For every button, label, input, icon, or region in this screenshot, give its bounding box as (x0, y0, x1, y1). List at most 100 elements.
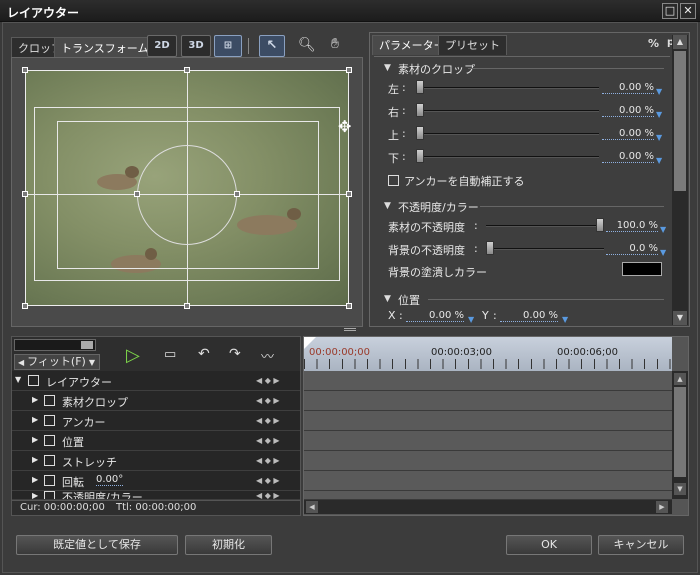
expand-right-icon[interactable]: ▶ (32, 475, 38, 484)
circle-handle-l[interactable] (134, 191, 140, 197)
play-icon[interactable]: ▷ (126, 345, 140, 366)
cancel-button[interactable]: キャンセル (598, 535, 684, 555)
timeline-h-scrollbar[interactable]: ◀ ▶ (304, 500, 672, 514)
crop-top-dropdown-icon[interactable]: ▼ (656, 133, 662, 142)
resize-handle-b[interactable] (184, 303, 190, 309)
y-dropdown-icon[interactable]: ▼ (562, 315, 568, 324)
bg-opacity-value[interactable]: 0.0 % (606, 243, 658, 255)
fit-dropdown[interactable]: ◀ フィット(F) ▼ (14, 354, 100, 370)
x-dropdown-icon[interactable]: ▼ (468, 315, 474, 324)
scroll-thumb[interactable] (674, 387, 686, 477)
timeline-v-scrollbar[interactable]: ▲ ▼ (672, 371, 688, 499)
grid-button[interactable]: ⊞ (214, 35, 242, 57)
track-row-crop[interactable]: ▶ 素材クロップ ◀ ◆ ▶ (12, 391, 300, 411)
maximize-button[interactable]: □ (662, 3, 678, 19)
comment-icon[interactable]: ▭ (164, 347, 176, 362)
track-checkbox[interactable] (44, 435, 55, 446)
bg-opacity-slider[interactable] (486, 248, 604, 250)
expand-right-icon[interactable]: ▶ (32, 455, 38, 464)
keyframe-nav-icon[interactable]: ◀ ◆ ▶ (256, 456, 280, 465)
fill-color-swatch[interactable] (622, 262, 662, 276)
track-row-opacity[interactable]: ▶ 不透明度/カラー ◀ ◆ ▶ (12, 491, 300, 500)
resize-handle-bl[interactable] (22, 303, 28, 309)
track-checkbox[interactable] (28, 375, 39, 386)
resize-handle-r[interactable] (346, 191, 352, 197)
redo-icon[interactable]: ↷ (229, 346, 241, 362)
track-lane[interactable] (304, 371, 672, 391)
y-value[interactable]: 0.00 % (500, 310, 558, 322)
track-row-anchor[interactable]: ▶ アンカー ◀ ◆ ▶ (12, 411, 300, 431)
expand-right-icon[interactable]: ▶ (32, 435, 38, 444)
graph-icon[interactable]: 〰 (261, 346, 274, 365)
zoom-slider[interactable] (14, 339, 96, 351)
preview-canvas[interactable]: ✥ (11, 57, 363, 327)
keyframe-nav-icon[interactable]: ◀ ◆ ▶ (256, 436, 280, 445)
track-row-rotation[interactable]: ▶ 回転 0.00° ◀ ◆ ▶ (12, 471, 300, 491)
time-ruler[interactable]: 00:00:00;00 00:00:03;00 00:00:06;00 (304, 337, 672, 371)
track-row-position[interactable]: ▶ 位置 ◀ ◆ ▶ (12, 431, 300, 451)
hand-icon[interactable]: ✋︎ (331, 36, 339, 52)
resize-handle-br[interactable] (346, 303, 352, 309)
collapse-opacity-icon[interactable]: ▼ (384, 201, 391, 211)
track-lane[interactable] (304, 431, 672, 451)
track-row-layouter[interactable]: ▼ レイアウター ◀ ◆ ▶ (12, 371, 300, 391)
circle-handle-r[interactable] (234, 191, 240, 197)
close-button[interactable]: ✕ (680, 3, 696, 19)
crop-top-knob[interactable] (416, 126, 424, 140)
tab-preset[interactable]: プリセット (438, 35, 507, 55)
material-opacity-value[interactable]: 100.0 % (606, 220, 658, 232)
collapse-position-icon[interactable]: ▼ (384, 294, 391, 304)
expand-right-icon[interactable]: ▶ (32, 415, 38, 424)
x-value[interactable]: 0.00 % (406, 310, 464, 322)
bg-opacity-knob[interactable] (486, 241, 494, 255)
timeline-area[interactable]: 00:00:00;00 00:00:03;00 00:00:06;00 ◀ ▶ … (303, 336, 689, 516)
track-lane[interactable] (304, 411, 672, 431)
track-checkbox[interactable] (44, 475, 55, 486)
crop-bottom-value[interactable]: 0.00 % (602, 151, 654, 163)
zoom-icon[interactable]: 🔍︎ (298, 37, 316, 53)
collapse-crop-icon[interactable]: ▼ (384, 63, 391, 73)
crop-bottom-knob[interactable] (416, 149, 424, 163)
crop-left-value[interactable]: 0.00 % (602, 82, 654, 94)
zoom-slider-knob[interactable] (81, 341, 93, 349)
percent-unit-button[interactable]: % (648, 37, 659, 50)
scroll-down-icon[interactable]: ▼ (673, 311, 687, 325)
track-checkbox[interactable] (44, 491, 55, 499)
tab-transform[interactable]: トランスフォーム (54, 37, 156, 59)
crop-right-knob[interactable] (416, 103, 424, 117)
auto-anchor-checkbox[interactable] (388, 175, 399, 186)
crop-left-dropdown-icon[interactable]: ▼ (656, 87, 662, 96)
track-checkbox[interactable] (44, 395, 55, 406)
crop-bottom-dropdown-icon[interactable]: ▼ (656, 156, 662, 165)
material-opacity-slider[interactable] (486, 225, 604, 227)
keyframe-nav-icon[interactable]: ◀ ◆ ▶ (256, 476, 280, 485)
scroll-down-icon[interactable]: ▼ (674, 483, 686, 495)
crop-left-knob[interactable] (416, 80, 424, 94)
scroll-up-icon[interactable]: ▲ (674, 373, 686, 385)
expand-down-icon[interactable]: ▼ (15, 375, 21, 384)
material-opacity-knob[interactable] (596, 218, 604, 232)
crop-left-slider[interactable] (417, 87, 599, 89)
crop-top-slider[interactable] (417, 133, 599, 135)
rotation-circle[interactable] (137, 145, 237, 245)
initialize-button[interactable]: 初期化 (185, 535, 272, 555)
scroll-right-icon[interactable]: ▶ (656, 501, 668, 513)
keyframe-nav-icon[interactable]: ◀ ◆ ▶ (256, 491, 280, 499)
expand-right-icon[interactable]: ▶ (32, 395, 38, 404)
track-lane[interactable] (304, 451, 672, 471)
resize-handle-l[interactable] (22, 191, 28, 197)
track-lane[interactable] (304, 471, 672, 491)
material-opacity-dropdown-icon[interactable]: ▼ (660, 225, 666, 234)
track-lane[interactable] (304, 491, 672, 500)
expand-right-icon[interactable]: ▶ (32, 491, 38, 499)
parameter-scrollbar[interactable]: ▲ ▼ (672, 35, 688, 325)
ok-button[interactable]: OK (506, 535, 592, 555)
track-lane[interactable] (304, 391, 672, 411)
mode-3d-button[interactable]: 3D (181, 35, 211, 57)
bg-opacity-dropdown-icon[interactable]: ▼ (660, 248, 666, 257)
scroll-left-icon[interactable]: ◀ (306, 501, 318, 513)
resize-handle-tr[interactable] (346, 67, 352, 73)
scroll-up-icon[interactable]: ▲ (673, 35, 687, 49)
crop-bottom-slider[interactable] (417, 156, 599, 158)
track-checkbox[interactable] (44, 455, 55, 466)
